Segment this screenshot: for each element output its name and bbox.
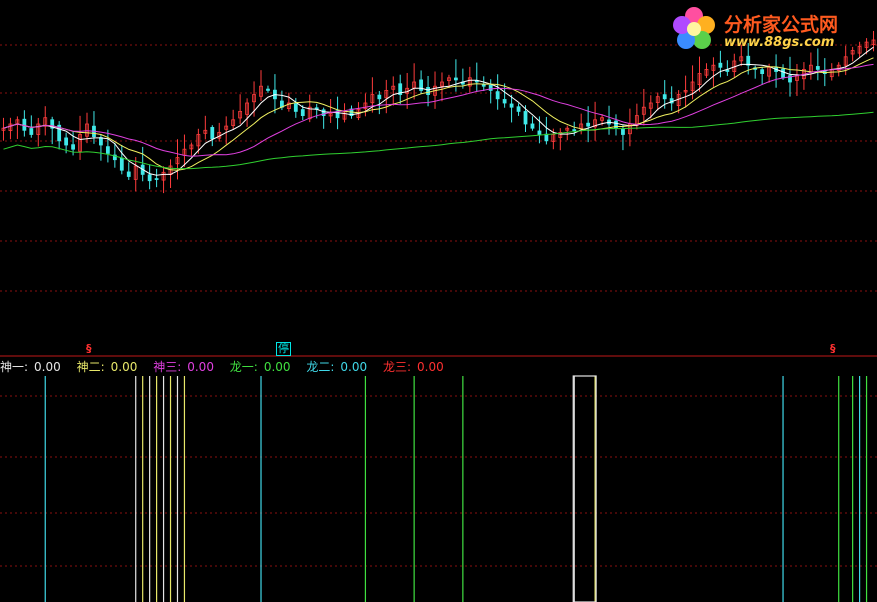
candle-body [815, 66, 820, 70]
candle-body [488, 84, 493, 91]
ma20-line [3, 63, 874, 157]
legend-value: 0.00 [263, 360, 291, 374]
candle-body [147, 174, 152, 182]
candle-body [22, 118, 27, 131]
candle-body [544, 133, 549, 142]
ma10-line [3, 57, 874, 171]
candle-body [621, 128, 625, 135]
candle-body [481, 84, 486, 87]
signal-box [572, 375, 597, 602]
candle-body [718, 62, 723, 68]
legend-value: 0.00 [34, 360, 61, 374]
chart-stage [0, 30, 877, 602]
legend-value: 0.00 [340, 360, 368, 374]
logo-title: 分析家公式网 [724, 14, 839, 36]
legend-item: 神二: 0.00 [77, 360, 144, 374]
legend-label: 神三: [153, 360, 182, 374]
indicator-legend: 神一: 0.00 神二: 0.00 神三: 0.00 龙一: 0.00 龙二: 0.00 … [0, 358, 456, 375]
legend-label: 龙一: [229, 360, 258, 374]
legend-value: 0.00 [187, 360, 214, 374]
candle-body [760, 69, 765, 74]
candle-body [119, 157, 124, 171]
candle-body [509, 103, 514, 108]
candle-body [210, 127, 215, 140]
legend-value: 0.00 [110, 360, 138, 374]
candle-body [530, 123, 535, 129]
stop-marker: 停 [276, 342, 291, 356]
flower-logo-icon [673, 7, 715, 49]
legend-item: 神三: 0.00 [153, 360, 220, 374]
candle-body [64, 137, 69, 146]
legend-value: 0.00 [417, 360, 444, 374]
candle-body [725, 69, 730, 72]
candle-body [29, 128, 34, 135]
candle-body [377, 94, 382, 100]
logo-url: www.88gs.com [724, 35, 835, 50]
candle-body [454, 77, 458, 81]
candle-body [502, 99, 507, 104]
candle-body [266, 88, 270, 91]
legend-item: 龙一: 0.00 [230, 360, 297, 374]
candle-body [572, 129, 577, 131]
candle-body [71, 144, 75, 150]
candle-body [516, 106, 521, 112]
legend-item: 龙三: 0.00 [383, 360, 450, 374]
legend-label: 神一: [0, 360, 29, 374]
candle-body [426, 87, 430, 96]
candle-body [495, 91, 500, 100]
candle-body [293, 103, 298, 112]
candle-body [523, 111, 528, 125]
legend-item: 龙二: 0.00 [306, 360, 373, 374]
legend-label: 龙三: [382, 360, 412, 374]
s-marker-left: § [86, 342, 92, 355]
candle-body [105, 146, 110, 154]
candle-body [662, 94, 667, 100]
legend-label: 龙二: [306, 360, 335, 374]
candle-body [537, 130, 542, 135]
legend-item: 神一: 0.00 [0, 360, 67, 374]
candle-body [300, 109, 305, 116]
candle-body [746, 55, 751, 66]
candle-body [154, 178, 159, 180]
s-marker-right: § [830, 342, 836, 355]
site-logo: 分析家公式网 www.88gs.com [669, 4, 869, 54]
ma5-line [3, 46, 874, 176]
candle-body [126, 171, 131, 177]
candle-body [781, 68, 785, 79]
legend-label: 神二: [76, 360, 105, 374]
candle-body [99, 137, 103, 146]
candle-body [586, 122, 591, 127]
